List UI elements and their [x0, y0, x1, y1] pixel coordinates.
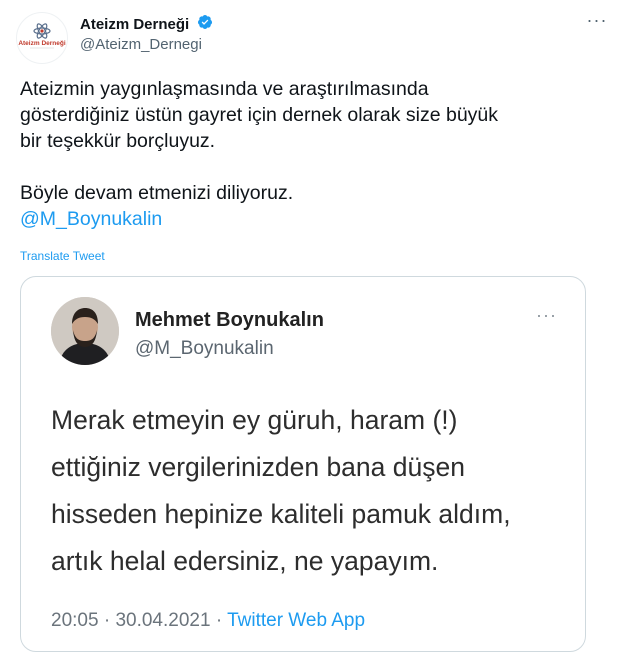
- embedded-text-line: hisseden hepinize kaliteli pamuk aldım,: [51, 499, 511, 529]
- meta-separator: ·: [215, 610, 223, 631]
- meta-separator: ·: [103, 610, 111, 631]
- embedded-date: 30.04.2021: [115, 610, 211, 631]
- author-names: Ateizm Derneği @Ateizm_Dernegi: [80, 14, 213, 55]
- embedded-handle: @M_Boynukalin: [135, 338, 274, 359]
- tweet-text-line: gösterdiğiniz üstün gayret için dernek o…: [20, 104, 499, 126]
- verified-badge-icon: [197, 14, 213, 35]
- tweet-text-line: bir teşekkür borçluyuz.: [20, 130, 216, 152]
- embedded-avatar: [51, 297, 119, 365]
- embedded-text-line: artık helal edersiniz, ne yapayım.: [51, 546, 439, 576]
- tweet-text-line: Böyle devam etmenizi diliyoruz.: [20, 182, 294, 204]
- more-options-icon[interactable]: ···: [582, 11, 612, 34]
- embedded-text-line: Merak etmeyin ey güruh, haram (!): [51, 405, 458, 435]
- ateizm-logo-icon: Ateizm Derneği: [18, 23, 66, 49]
- tweet-text-line: Ateizmin yaygınlaşmasında ve araştırılma…: [20, 78, 429, 100]
- embedded-text-line: ettiğiniz vergilerinizden bana düşen: [51, 452, 465, 482]
- tweet-header: Ateizm Derneği Ateizm Derneği @Ateizm_De…: [16, 10, 612, 64]
- embedded-app: Twitter Web App: [227, 610, 366, 631]
- embedded-tweet-image[interactable]: Mehmet Boynukalın @M_Boynukalin ··· Mera…: [20, 276, 586, 652]
- translate-tweet-link[interactable]: Translate Tweet: [20, 249, 105, 263]
- author-handle[interactable]: @Ateizm_Dernegi: [80, 35, 213, 55]
- embedded-more-icon: ···: [536, 305, 557, 325]
- embedded-text: Merak etmeyin ey güruh, haram (!) ettiği…: [51, 397, 571, 585]
- person-portrait-icon: [51, 297, 119, 365]
- logo-wordmark: Ateizm Derneği: [18, 40, 66, 47]
- tweet-text: Ateizmin yaygınlaşmasında ve araştırılma…: [20, 76, 600, 232]
- tweet: Ateizm Derneği Ateizm Derneği @Ateizm_De…: [0, 0, 628, 656]
- embedded-meta: 20:05 · 30.04.2021 · Twitter Web App: [51, 609, 365, 633]
- mention-link[interactable]: @M_Boynukalin: [20, 208, 162, 230]
- embedded-names: Mehmet Boynukalın @M_Boynukalin: [135, 307, 324, 362]
- author-display-name[interactable]: Ateizm Derneği: [80, 15, 189, 35]
- avatar[interactable]: Ateizm Derneği: [16, 12, 68, 64]
- embedded-time: 20:05: [51, 610, 99, 631]
- embedded-display-name: Mehmet Boynukalın: [135, 309, 324, 331]
